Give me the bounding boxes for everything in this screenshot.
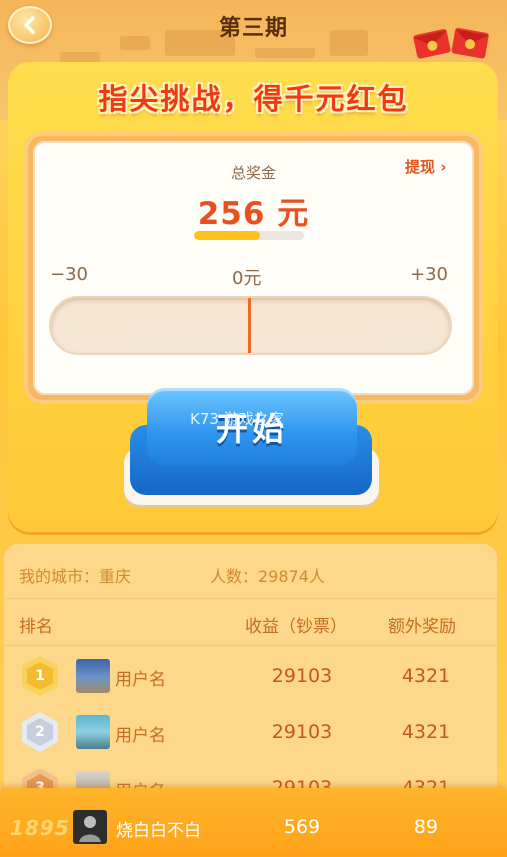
total-prize-amount: 256 元 — [197, 196, 310, 232]
red-envelope-icon — [413, 27, 489, 59]
my-earnings: 569 — [283, 816, 321, 838]
slider-min-label: −30 — [50, 264, 88, 285]
my-bonus: 89 — [413, 816, 439, 838]
username: 用户名 — [115, 726, 166, 746]
rank-number: 2 — [35, 724, 45, 740]
silver-medal-icon: 2 — [22, 712, 58, 752]
earnings-value: 29103 — [271, 721, 333, 743]
prize-progress-fill — [194, 231, 260, 240]
earnings-column-header: 收益（钞票） — [245, 617, 347, 637]
my-city-label: 我的城市：重庆 — [19, 567, 132, 586]
earnings-value: 29103 — [271, 665, 333, 687]
gold-medal-icon: 1 — [22, 656, 58, 696]
avatar — [76, 659, 110, 693]
user-silhouette-icon — [79, 816, 101, 842]
watermark: K73 游戏之家 — [190, 410, 284, 428]
rank-column-header: 排名 — [19, 617, 53, 637]
avatar — [76, 715, 110, 749]
my-username: 烧白白不白 — [116, 821, 201, 841]
prize-progress-bar — [194, 231, 304, 240]
bonus-value: 4321 — [401, 721, 451, 743]
rank-number: 1 — [35, 668, 45, 684]
bonus-value: 4321 — [401, 665, 451, 687]
challenge-banner: 指尖挑战，得千元红包 — [98, 82, 409, 116]
player-count: 人数：29874人 — [210, 567, 325, 586]
bonus-column-header: 额外奖励 — [388, 617, 456, 637]
my-rank-number: 1895 — [10, 816, 70, 840]
my-avatar — [73, 810, 107, 844]
table-row[interactable]: 2 用户名 29103 4321 — [4, 704, 497, 760]
withdraw-link[interactable]: 提现 › — [405, 156, 446, 177]
username: 用户名 — [115, 670, 166, 690]
table-row[interactable]: 1 用户名 29103 4321 — [4, 648, 497, 704]
slider-center-label: 0元 — [232, 268, 262, 289]
slider-max-label: +30 — [410, 264, 448, 285]
slider-center-marker — [248, 298, 251, 353]
